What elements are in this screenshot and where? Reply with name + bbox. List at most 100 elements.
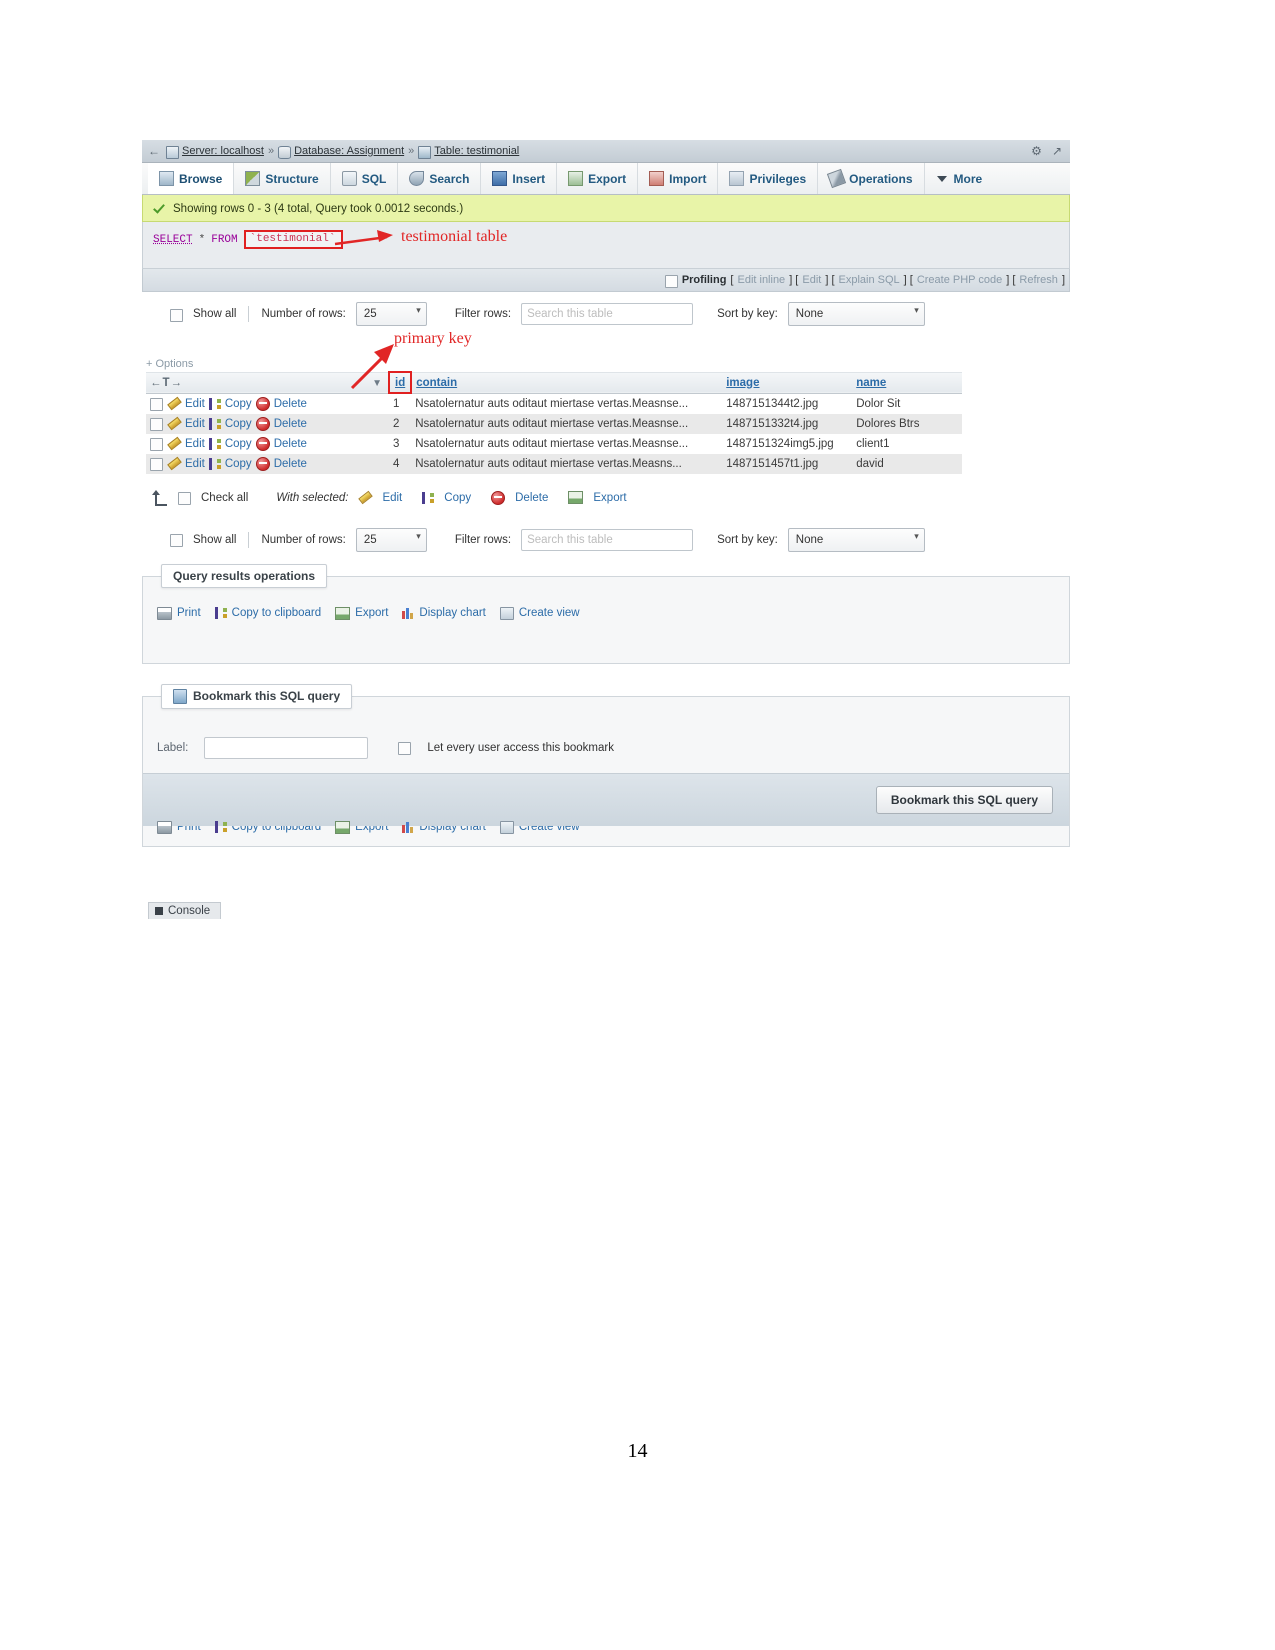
breadcrumb-database[interactable]: Database: Assignment (294, 145, 404, 157)
show-all-checkbox-bottom[interactable] (170, 534, 183, 547)
breadcrumb-server[interactable]: Server: localhost (182, 145, 264, 157)
tab-browse-label: Browse (179, 171, 223, 186)
query-status-bar: Showing rows 0 - 3 (4 total, Query took … (142, 195, 1070, 222)
breadcrumb-table[interactable]: Table: testimonial (434, 145, 519, 157)
tab-operations[interactable]: Operations (818, 163, 925, 194)
cell-image: 1487151457t1.jpg (722, 453, 853, 474)
breadcrumb-sep-2: » (408, 145, 415, 157)
table-row[interactable]: Edit Copy Delete 1 Nsatolernatur auts od… (146, 393, 963, 414)
print-action[interactable]: Print (157, 606, 201, 620)
cell-contain: Nsatolernatur auts oditaut miertase vert… (411, 413, 723, 434)
bookmark-form-row: Label: Let every user access this bookma… (157, 719, 1055, 759)
sort-by-key-select-bottom[interactable]: None (787, 527, 925, 552)
link-edit[interactable]: Edit (802, 274, 821, 286)
export-icon (335, 820, 351, 834)
edit-icon (167, 417, 181, 430)
privileges-icon (729, 171, 745, 186)
gear-icon[interactable]: ⚙ (1031, 144, 1042, 158)
row-delete-link[interactable]: Delete (274, 398, 307, 410)
row-delete-link[interactable]: Delete (274, 438, 307, 450)
row-checkbox[interactable] (150, 418, 163, 431)
tab-browse[interactable]: Browse (148, 163, 235, 194)
operations-icon (827, 168, 847, 189)
row-delete-link[interactable]: Delete (274, 458, 307, 470)
bookmark-icon (173, 688, 187, 704)
tab-search[interactable]: Search (398, 163, 482, 194)
options-plus-icon: + (146, 358, 153, 370)
row-actions-cell: Edit Copy Delete (146, 453, 356, 474)
check-all-label: Check all (201, 491, 249, 504)
print-label: Print (177, 607, 201, 619)
table-row[interactable]: Edit Copy Delete 3 Nsatolernatur auts od… (146, 433, 963, 454)
export-action[interactable]: Export (335, 606, 388, 620)
row-copy-link[interactable]: Copy (225, 418, 252, 430)
row-checkbox[interactable] (150, 438, 163, 451)
row-copy-link[interactable]: Copy (225, 458, 252, 470)
show-all-checkbox-top[interactable] (170, 308, 183, 322)
column-header-id[interactable]: id (387, 371, 413, 394)
row-actions-cell: Edit Copy Delete (146, 413, 356, 434)
tab-more[interactable]: More (925, 163, 994, 194)
display-chart-action[interactable]: Display chart (402, 607, 486, 619)
profiling-label: Profiling (681, 274, 727, 286)
search-icon (409, 171, 425, 186)
arrow-up-icon (150, 489, 168, 506)
sql-query-text[interactable]: SELECT * FROM `testimonial` (153, 230, 1059, 249)
row-spacer-cell (356, 433, 389, 454)
profiling-checkbox[interactable] (664, 274, 678, 288)
row-copy-link[interactable]: Copy (225, 438, 252, 450)
row-delete-link[interactable]: Delete (274, 418, 307, 430)
results-table: ←T→ ▼ id contain image name Edit Copy De… (146, 371, 963, 474)
tab-structure[interactable]: Structure (234, 163, 331, 194)
bookmark-submit-button[interactable]: Bookmark this SQL query (875, 785, 1053, 814)
link-edit-inline[interactable]: Edit inline (737, 274, 785, 286)
options-toggle[interactable]: + Options (142, 358, 1070, 370)
with-selected-copy[interactable]: Copy (444, 492, 471, 504)
row-edit-link[interactable]: Edit (185, 458, 205, 470)
number-of-rows-select-bottom[interactable]: 25 (355, 527, 427, 552)
create-view-action[interactable]: Create view (499, 606, 580, 620)
with-selected-delete[interactable]: Delete (515, 492, 548, 504)
back-arrow-icon[interactable]: ← (148, 145, 160, 157)
tab-sql[interactable]: SQL (331, 163, 399, 194)
column-header-name[interactable]: name (852, 371, 963, 394)
column-header-contain[interactable]: contain (411, 371, 723, 394)
number-of-rows-select-top[interactable]: 25 (355, 302, 427, 326)
row-nav-icons[interactable]: ←T→ (150, 377, 183, 389)
filter-rows-input-top[interactable]: Search this table (521, 303, 694, 325)
bookmark-access-checkbox[interactable] (398, 742, 412, 755)
check-all-checkbox[interactable] (178, 492, 191, 505)
filter-rows-input-bottom[interactable]: Search this table (521, 528, 694, 551)
with-selected-edit[interactable]: Edit (382, 492, 402, 504)
console-toggle[interactable]: Console (148, 902, 222, 919)
link-explain-sql[interactable]: Explain SQL (839, 274, 900, 286)
row-spacer-cell (356, 453, 389, 474)
delete-icon (491, 490, 506, 505)
row-actions-cell: Edit Copy Delete (146, 393, 356, 414)
cell-image: 1487151332t4.jpg (722, 413, 853, 434)
row-edit-link[interactable]: Edit (185, 438, 205, 450)
table-row[interactable]: Edit Copy Delete 2 Nsatolernatur auts od… (146, 413, 963, 434)
row-edit-link[interactable]: Edit (185, 398, 205, 410)
bookmark-label-input[interactable] (204, 736, 369, 759)
tab-import[interactable]: Import (638, 163, 719, 194)
sort-caret-header[interactable]: ▼ (356, 371, 389, 394)
link-create-php-code[interactable]: Create PHP code (917, 274, 1002, 286)
tab-privileges[interactable]: Privileges (718, 163, 819, 194)
row-checkbox[interactable] (150, 458, 163, 471)
collapse-icon[interactable]: ↗ (1052, 144, 1062, 158)
with-selected-export[interactable]: Export (593, 492, 626, 504)
column-header-image[interactable]: image (722, 371, 853, 394)
link-refresh[interactable]: Refresh (1019, 274, 1058, 286)
copy-to-clipboard-action[interactable]: Copy to clipboard (214, 607, 321, 619)
row-edit-link[interactable]: Edit (185, 418, 205, 430)
tab-insert[interactable]: Insert (481, 163, 558, 194)
profiling-bracket-2: ] [ (825, 274, 835, 286)
row-copy-link[interactable]: Copy (225, 398, 252, 410)
cell-name: client1 (852, 433, 963, 454)
show-all-label-bottom: Show all (193, 533, 237, 546)
tab-export[interactable]: Export (557, 163, 639, 194)
table-row[interactable]: Edit Copy Delete 4 Nsatolernatur auts od… (146, 453, 963, 474)
sort-by-key-select-top[interactable]: None (787, 302, 925, 326)
row-checkbox[interactable] (150, 398, 163, 411)
